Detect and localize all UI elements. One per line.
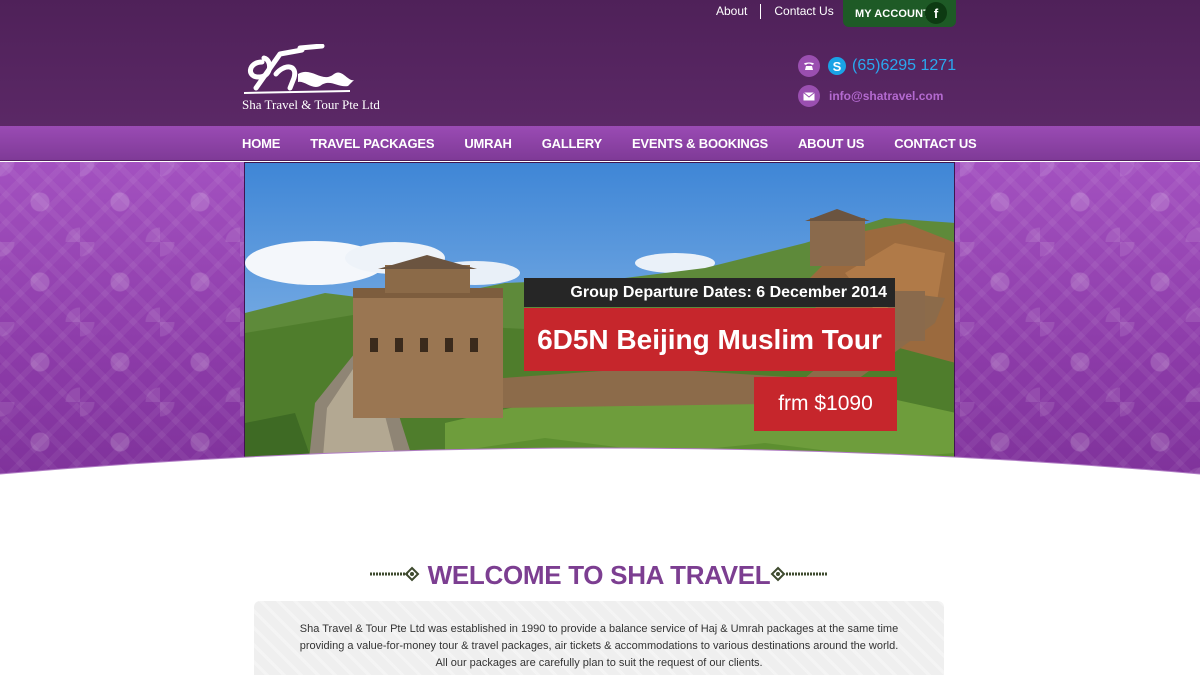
welcome-heading-row: WELCOME TO SHA TRAVEL	[368, 560, 830, 592]
nav-items: HOME TRAVEL PACKAGES UMRAH GALLERY EVENT…	[242, 126, 1007, 161]
logo-mark-icon	[244, 44, 354, 94]
hero-section: Group Departure Dates: 6 December 2014 6…	[0, 162, 1200, 532]
nav-item-travel-packages[interactable]: TRAVEL PACKAGES	[310, 136, 434, 151]
my-account-button[interactable]: MY ACCOUNT f	[843, 0, 956, 27]
intro-line-2: providing a value-for-money tour & trave…	[299, 640, 899, 652]
email-address[interactable]: info@shatravel.com	[829, 89, 943, 103]
hero-bottom-curve	[0, 447, 1200, 532]
nav-item-home[interactable]: HOME	[242, 136, 280, 151]
my-account-label: MY ACCOUNT	[855, 7, 930, 20]
nav-item-contact-us[interactable]: CONTACT US	[894, 136, 976, 151]
logo-text: Sha Travel & Tour Pte Ltd	[242, 97, 380, 112]
phone-icon	[798, 55, 820, 77]
facebook-icon[interactable]: f	[925, 2, 947, 24]
skype-icon[interactable]: S	[828, 57, 846, 75]
slider-dot-icon[interactable]	[591, 507, 602, 518]
intro-line-3: All our packages are carefully plan to s…	[435, 657, 763, 669]
email-icon	[798, 85, 820, 107]
intro-text-box: Sha Travel & Tour Pte Ltd was establishe…	[254, 601, 944, 675]
top-link-contact[interactable]: Contact Us	[761, 3, 846, 19]
email-contact: info@shatravel.com	[798, 85, 943, 107]
welcome-title: WELCOME TO SHA TRAVEL	[427, 560, 771, 590]
nav-item-about-us[interactable]: ABOUT US	[798, 136, 864, 151]
phone-number[interactable]: (65)6295 1271	[852, 57, 956, 75]
site-header: About Contact Us MY ACCOUNT f Sha Travel…	[0, 0, 1200, 126]
nav-item-events-bookings[interactable]: EVENTS & BOOKINGS	[632, 136, 768, 151]
phone-contact: S (65)6295 1271	[798, 54, 956, 78]
ornament-right-icon	[770, 566, 828, 582]
nav-item-gallery[interactable]: GALLERY	[542, 136, 602, 151]
main-nav: HOME TRAVEL PACKAGES UMRAH GALLERY EVENT…	[0, 126, 1200, 161]
top-links: About Contact Us	[703, 3, 847, 19]
nav-item-umrah[interactable]: UMRAH	[464, 136, 512, 151]
top-link-about[interactable]: About	[703, 3, 760, 19]
intro-line-1: Sha Travel & Tour Pte Ltd was establishe…	[299, 623, 899, 635]
site-logo[interactable]: Sha Travel & Tour Pte Ltd	[242, 44, 412, 114]
